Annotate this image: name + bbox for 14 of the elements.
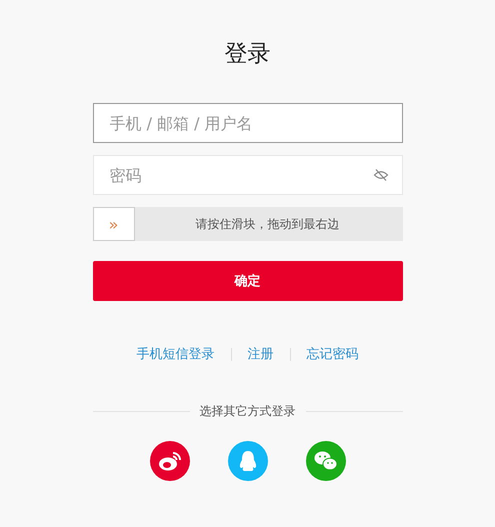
page-title: 登录	[224, 40, 270, 69]
eye-closed-icon[interactable]	[372, 167, 388, 183]
other-login-label: 选择其它方式登录	[200, 403, 296, 420]
login-link[interactable]: 注册	[248, 345, 274, 363]
confirm-button[interactable]: 确定	[92, 261, 402, 301]
slider-hint: 请按住滑块，拖动到最右边	[196, 216, 340, 232]
chat-bubbles-icon[interactable]	[306, 441, 346, 481]
username-field[interactable]: 手机 / 邮箱 / 用户名	[92, 103, 402, 143]
slider-handle[interactable]: »	[92, 207, 134, 241]
penguin-icon[interactable]	[228, 441, 268, 481]
password-field[interactable]: 密码	[92, 155, 402, 195]
weibo-icon[interactable]	[150, 441, 190, 481]
login-link[interactable]: 忘记密码	[306, 345, 358, 363]
login-link[interactable]: 手机短信登录	[136, 345, 214, 363]
